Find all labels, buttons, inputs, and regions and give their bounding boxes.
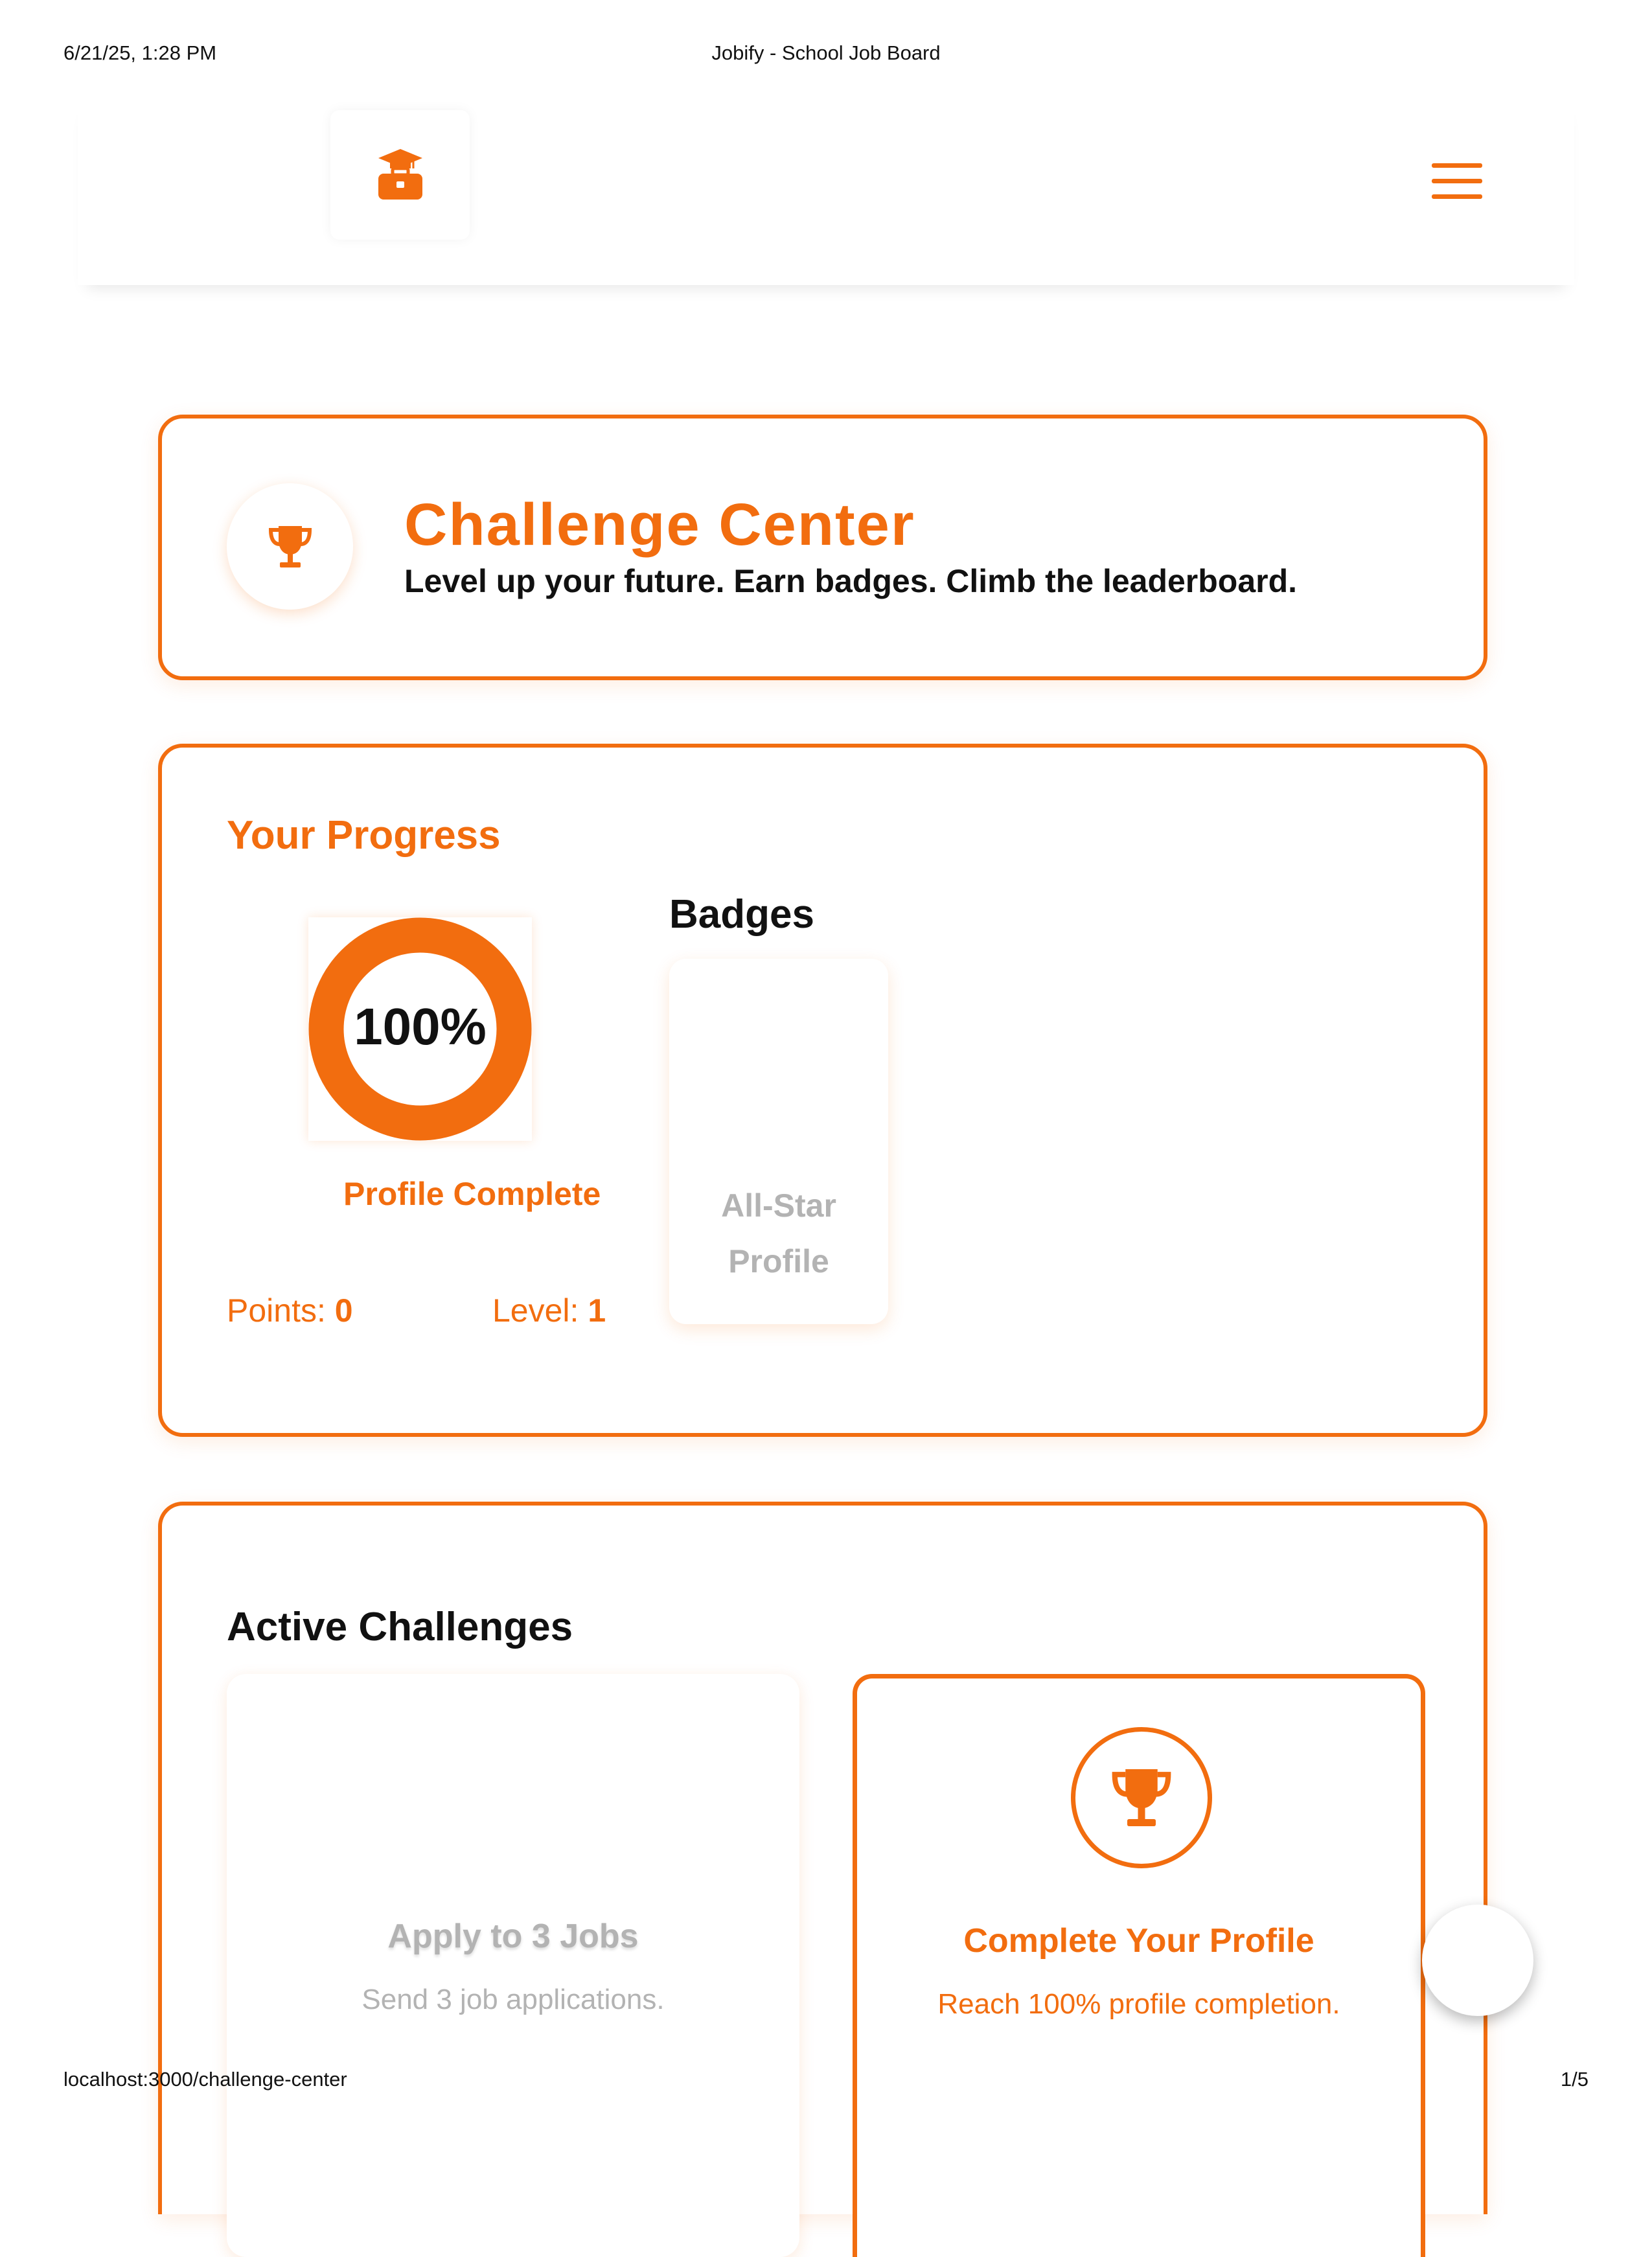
badge-card[interactable]: All-Star Profile [669, 959, 888, 1324]
points-stat: Points: 0 [227, 1292, 353, 1329]
challenge-card-completed[interactable]: Complete Your Profile Reach 100% profile… [853, 1674, 1425, 2257]
trophy-icon [227, 483, 353, 610]
challenge-description: Send 3 job applications. [361, 1984, 665, 2015]
navbar [78, 97, 1574, 285]
logo[interactable] [330, 110, 470, 240]
badge-name: All-Star Profile [721, 1187, 836, 1279]
active-challenges-card: Active Challenges Apply to 3 Jobs Send 3… [158, 1502, 1487, 2257]
progress-card: Your Progress 100% Profile Complete Poin… [158, 744, 1487, 1437]
trophy-icon [1071, 1727, 1212, 1868]
page-subtitle: Level up your future. Earn badges. Climb… [404, 563, 1298, 599]
print-page-title: Jobify - School Job Board [711, 41, 941, 64]
print-url: localhost:3000/challenge-center [63, 2068, 347, 2091]
progress-percent: 100% [354, 998, 487, 1055]
level-label: Level: [492, 1292, 588, 1329]
challenge-description: Reach 100% profile completion. [937, 1988, 1340, 2020]
challenge-card[interactable]: Apply to 3 Jobs Send 3 job applications. [227, 1674, 799, 2257]
level-stat: Level: 1 [492, 1292, 606, 1329]
badges-title: Badges [669, 892, 814, 937]
page-title: Challenge Center [404, 492, 915, 558]
graduation-briefcase-icon [378, 149, 422, 200]
progress-label: Profile Complete [343, 1176, 601, 1212]
level-value: 1 [588, 1292, 606, 1329]
print-page-number: 1/5 [1560, 2068, 1589, 2091]
points-value: 0 [334, 1292, 353, 1329]
hamburger-menu-icon[interactable] [1432, 163, 1482, 201]
active-challenges-title: Active Challenges [227, 1605, 573, 1649]
floating-action-button[interactable] [1422, 1905, 1533, 2016]
progress-title: Your Progress [227, 813, 501, 858]
challenge-center-header-card: Challenge Center Level up your future. E… [158, 415, 1487, 680]
points-label: Points: [227, 1292, 335, 1329]
progress-ring: 100% [308, 917, 532, 1141]
challenge-title: Complete Your Profile [963, 1922, 1314, 1960]
challenge-title: Apply to 3 Jobs [387, 1918, 639, 1955]
